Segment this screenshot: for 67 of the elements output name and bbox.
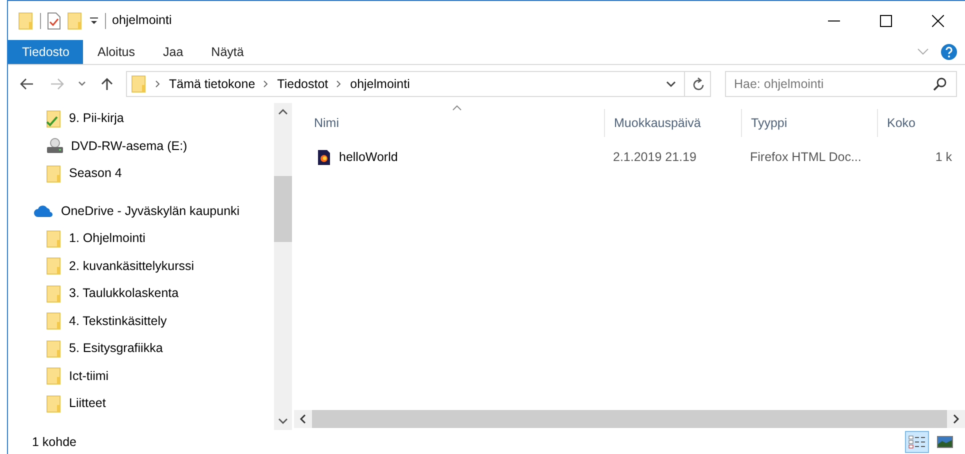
- details-view-icon: [908, 435, 926, 449]
- back-arrow-icon[interactable]: [20, 78, 34, 90]
- chevron-down-icon[interactable]: [78, 81, 86, 87]
- sidebar-item[interactable]: OneDrive - Jyväskylän kaupunki: [8, 198, 274, 225]
- column-header[interactable]: Nimi: [294, 109, 604, 137]
- sidebar-item[interactable]: 3. Taulukkolaskenta: [8, 280, 274, 308]
- html-file-icon: [318, 150, 330, 164]
- breadcrumb[interactable]: Tämä tietokone: [169, 74, 256, 94]
- ribbon-tab[interactable]: Tiedosto: [8, 40, 84, 64]
- sidebar-item[interactable]: 9. Pii-kirja: [8, 105, 274, 132]
- chevron-right-icon[interactable]: [336, 80, 342, 88]
- properties-icon[interactable]: [47, 12, 61, 30]
- maximize-icon[interactable]: [880, 14, 892, 26]
- column-header[interactable]: Koko: [877, 109, 957, 137]
- folder-icon: [46, 312, 62, 330]
- breadcrumb[interactable]: ohjelmointi: [350, 74, 410, 94]
- scroll-thumb[interactable]: [274, 176, 292, 242]
- window-title: ohjelmointi: [112, 12, 172, 30]
- folder-icon: [46, 230, 62, 248]
- scroll-up-icon[interactable]: [278, 108, 288, 116]
- chevron-right-icon[interactable]: [155, 80, 161, 88]
- table-cell-text: Firefox HTML Doc...: [749, 148, 862, 166]
- folder-check-icon: [46, 110, 62, 128]
- ribbon-tab[interactable]: Aloitus: [83, 40, 150, 64]
- large-icons-view-icon: [937, 436, 953, 448]
- sidebar-item[interactable]: Liitteet: [8, 390, 274, 418]
- file-name[interactable]: helloWorld: [339, 148, 398, 166]
- search-icon[interactable]: [933, 77, 947, 91]
- sidebar-item[interactable]: 5. Esitysgrafiikka: [8, 335, 274, 362]
- refresh-icon[interactable]: [693, 77, 705, 91]
- sidebar-item[interactable]: 1. Ohjelmointi: [8, 225, 274, 252]
- sort-ascending-icon: [452, 105, 462, 111]
- folder-icon: [46, 257, 62, 276]
- status-text: 1 kohde: [32, 434, 76, 451]
- close-icon[interactable]: [932, 14, 944, 26]
- up-arrow-icon[interactable]: [101, 77, 113, 91]
- help-icon[interactable]: [941, 44, 957, 60]
- column-header[interactable]: Tyyppi: [741, 109, 877, 137]
- new-folder-icon: [67, 12, 83, 30]
- table-cell-text: 2.1.2019 21.19: [612, 148, 698, 166]
- sidebar-item[interactable]: 4. Tekstinkäsittely: [8, 308, 274, 335]
- chevron-right-icon[interactable]: [263, 80, 270, 88]
- cloud-icon: [34, 205, 54, 218]
- sidebar-item[interactable]: Season 4: [8, 160, 274, 188]
- sidebar-item[interactable]: DVD-RW-asema (E:): [8, 132, 274, 160]
- folder-icon: [46, 340, 62, 358]
- scroll-down-icon[interactable]: [278, 417, 288, 425]
- table-cell-text: 1 k: [934, 148, 952, 166]
- dropdown-icon[interactable]: [666, 80, 676, 88]
- ribbon-tab[interactable]: Jaa: [149, 40, 198, 64]
- ribbon-tab[interactable]: Näytä: [197, 40, 258, 64]
- view-button[interactable]: [905, 431, 929, 453]
- folder-icon: [46, 284, 62, 303]
- disc-drive-icon: [46, 138, 64, 154]
- folder-icon: [46, 367, 62, 386]
- folder-icon: [131, 75, 147, 93]
- folder-icon: [18, 12, 34, 30]
- address-field[interactable]: Tämä tietokone Tiedostot ohjelmointi: [126, 71, 711, 97]
- folder-icon: [46, 164, 62, 183]
- scrollbar[interactable]: [274, 103, 292, 430]
- sidebar-item[interactable]: 2. kuvankäsittelykurssi: [8, 252, 274, 280]
- search-box[interactable]: Hae: ohjelmointi: [725, 71, 957, 97]
- column-header[interactable]: Muokkauspäivä: [604, 109, 741, 137]
- sidebar-item[interactable]: Ict-tiimi: [8, 362, 274, 390]
- caret-icon[interactable]: [89, 16, 99, 26]
- folder-icon: [46, 394, 62, 413]
- breadcrumb[interactable]: Tiedostot: [277, 74, 328, 94]
